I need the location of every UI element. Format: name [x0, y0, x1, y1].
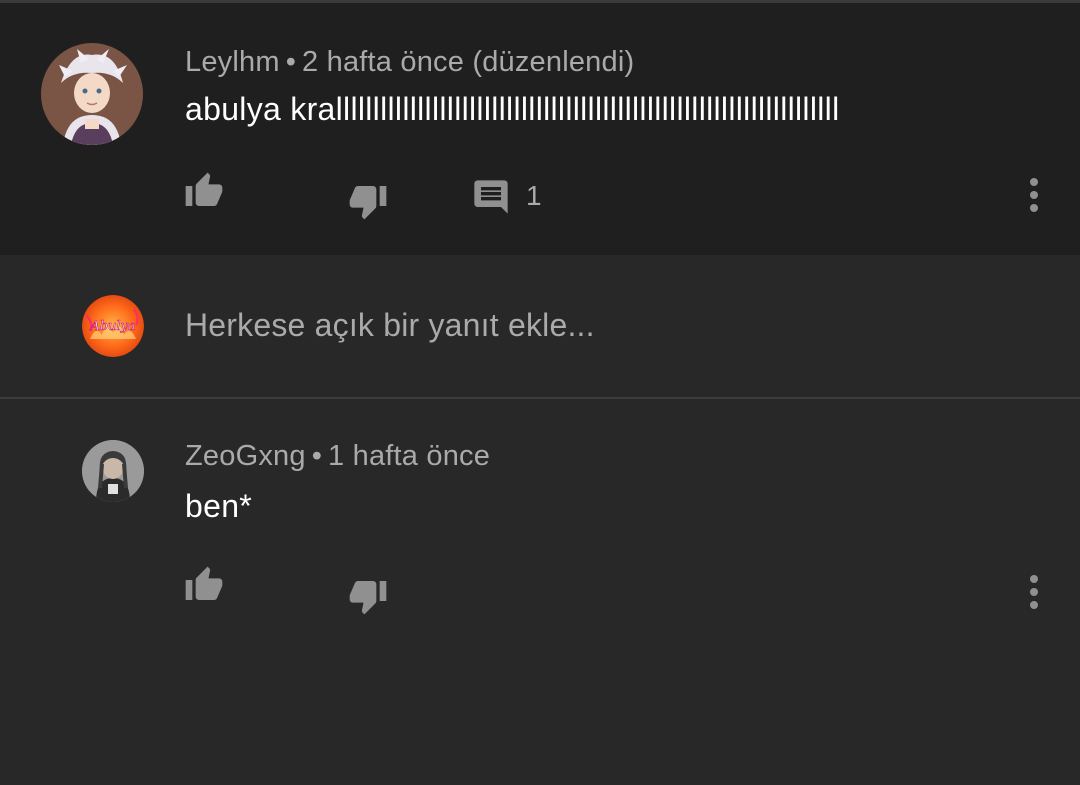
- thumb-up-icon: [185, 566, 223, 600]
- reply-more-options-button[interactable]: [1012, 570, 1056, 614]
- thumb-down-icon: [349, 581, 387, 615]
- author-name[interactable]: Leylhm: [185, 46, 280, 78]
- dislike-button[interactable]: [346, 179, 390, 223]
- like-button[interactable]: [182, 169, 226, 213]
- reply-input-row[interactable]: Abulya Herkese açık bir yanıt ekle...: [0, 255, 1080, 397]
- reply-comment-meta: ZeoGxng • 1 hafta önce: [185, 440, 490, 473]
- channel-avatar-abulya-icon: Abulya: [82, 295, 144, 357]
- reply-dislike-button[interactable]: [346, 574, 390, 618]
- parent-comment: Leylhm • 2 hafta önce (düzenlendi) abulya …: [0, 3, 1080, 255]
- comment-text: abulya krallllllllllllllllllllllllllllll…: [185, 91, 840, 127]
- comment-thread-screen: Leylhm • 2 hafta önce (düzenlendi) abulya …: [0, 0, 1080, 785]
- comment-time: 2 hafta önce (düzenlendi): [302, 46, 635, 78]
- reply-comment-time: 1 hafta önce: [328, 440, 491, 472]
- thumb-up-icon: [185, 172, 223, 206]
- comment-meta: Leylhm • 2 hafta önce (düzenlendi): [185, 46, 634, 79]
- reply-comment-text: ben*: [185, 488, 253, 524]
- reply-user-avatar[interactable]: [82, 440, 144, 502]
- section-divider: [0, 397, 1080, 399]
- reply-meta-separator: •: [311, 440, 323, 472]
- more-vert-icon: [1030, 575, 1038, 609]
- user-avatar[interactable]: [41, 43, 143, 145]
- user-avatar-anime-icon: [41, 43, 143, 145]
- reply-like-button[interactable]: [182, 563, 226, 607]
- user-avatar-photo-icon: [82, 440, 144, 502]
- reply-author-name[interactable]: ZeoGxng: [185, 440, 306, 472]
- reply-input[interactable]: Herkese açık bir yanıt ekle...: [185, 307, 595, 344]
- channel-avatar: Abulya: [82, 295, 144, 357]
- comment-icon: [474, 180, 508, 214]
- channel-avatar-text: Abulya: [89, 319, 135, 334]
- more-options-button[interactable]: [1012, 173, 1056, 217]
- meta-separator: •: [285, 46, 297, 78]
- thumb-down-icon: [349, 186, 387, 220]
- reply-button[interactable]: [469, 175, 513, 219]
- more-vert-icon: [1030, 178, 1038, 212]
- reply-count[interactable]: 1: [526, 180, 542, 212]
